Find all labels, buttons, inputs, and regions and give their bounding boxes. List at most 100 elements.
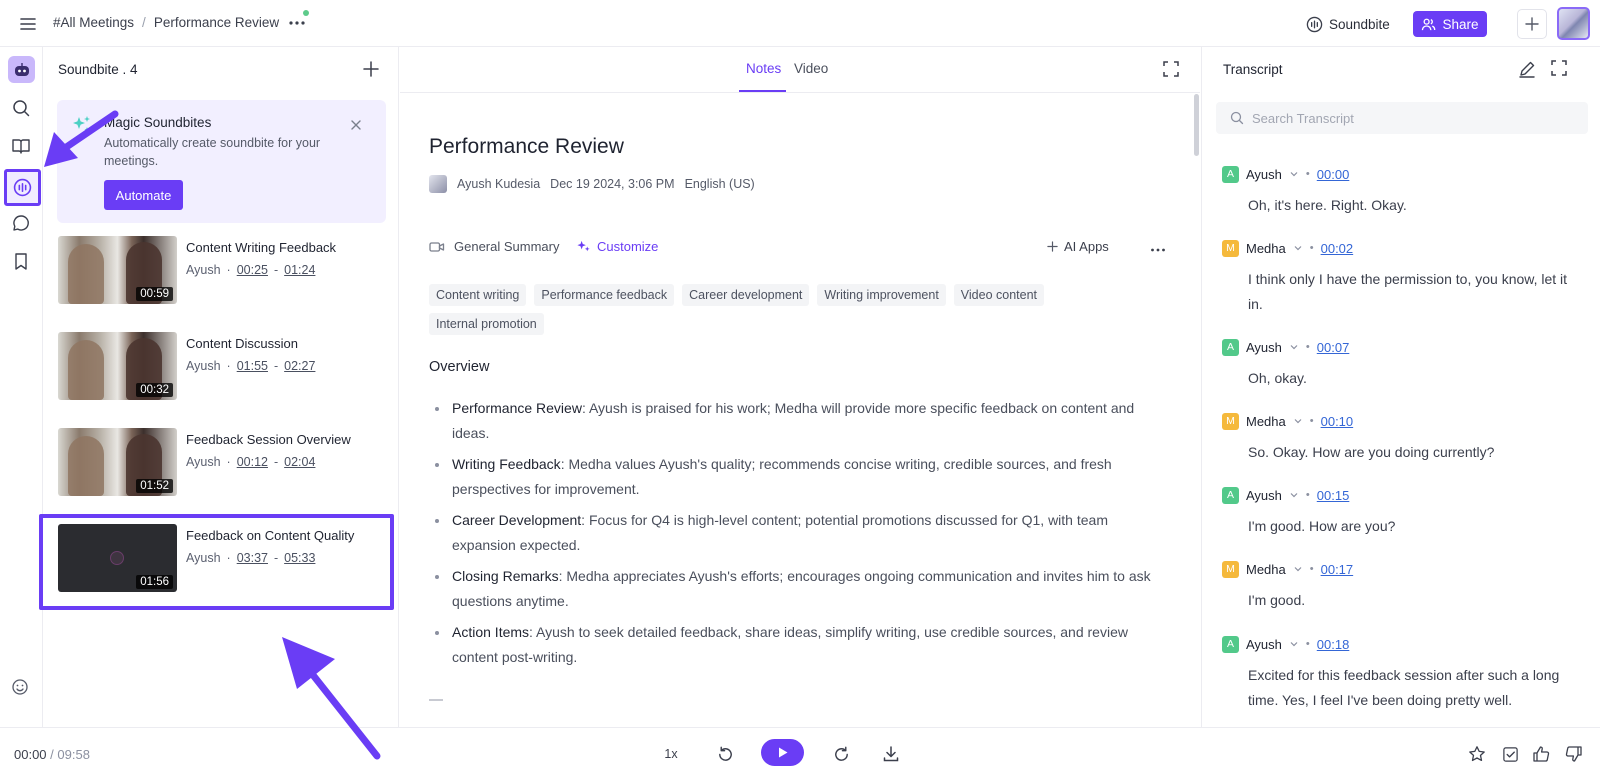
search-input[interactable] [1252,110,1552,126]
soundbite-end[interactable]: 02:27 [284,359,315,373]
soundbite-end[interactable]: 01:24 [284,263,315,277]
speaker-name[interactable]: Ayush [1246,488,1282,503]
thumbs-down-icon[interactable] [1563,743,1585,765]
chevron-down-icon [1290,642,1298,647]
breadcrumb-all-meetings[interactable]: #All Meetings [53,15,134,30]
meeting-meta: Ayush Kudesia Dec 19 2024, 3:06 PM Engli… [429,175,755,193]
transcript-panel: Transcript AAyush•00:00 Oh, it's here. R… [1201,47,1600,727]
user-avatar[interactable] [1557,7,1590,40]
users-icon [1421,17,1436,32]
soundbite-icon [1306,16,1323,33]
transcript-text: Oh, it's here. Right. Okay. [1248,197,1407,213]
sparkles-icon [576,239,591,254]
book-icon[interactable] [11,136,31,156]
speaker-badge: A [1222,165,1239,183]
speaker-name[interactable]: Medha [1246,562,1286,577]
customize-button[interactable]: Customize [576,239,658,254]
soundbite-thumbnail: 01:52 [58,428,177,496]
topic-tag[interactable]: Internal promotion [429,313,544,335]
share-button[interactable]: Share [1413,11,1487,37]
fullscreen-icon[interactable] [1550,59,1570,79]
timestamp-link[interactable]: 00:02 [1321,241,1354,256]
soundbite-button[interactable]: Soundbite [1306,11,1390,37]
play-button[interactable] [761,739,804,766]
speaker-name[interactable]: Medha [1246,414,1286,429]
author-avatar [429,175,447,193]
star-icon[interactable] [1466,743,1488,765]
speaker-name[interactable]: Ayush [1246,340,1282,355]
add-button[interactable] [1517,9,1547,39]
transcript-text: I think only I have the permission to, y… [1248,271,1568,312]
topic-tag[interactable]: Career development [682,284,810,306]
soundbite-item[interactable]: 01:52 Feedback Session Overview Ayush · 0… [57,428,387,498]
speaker-name[interactable]: Medha [1246,241,1286,256]
timestamp-link[interactable]: 00:00 [1317,167,1350,182]
timestamp-link[interactable]: 00:17 [1321,562,1354,577]
total-duration: 09:58 [57,747,90,762]
forward-icon[interactable] [830,743,852,765]
soundbite-start[interactable]: 01:55 [237,359,268,373]
soundbite-thumbnail: 00:59 [58,236,177,304]
ai-apps-label: AI Apps [1064,239,1109,254]
general-summary-label: General Summary [454,239,560,254]
fullscreen-icon[interactable] [1162,60,1180,78]
soundbite-start[interactable]: 00:12 [237,455,268,469]
magic-soundbites-description: Automatically create soundbite for your … [104,136,321,168]
timestamp-link[interactable]: 00:18 [1317,637,1350,652]
chevron-down-icon [1290,345,1298,350]
add-soundbite-icon[interactable] [361,59,381,79]
status-dot [303,10,309,16]
tab-notes[interactable]: Notes [746,61,781,76]
list-item: Writing Feedback: Medha values Ayush's q… [431,452,1171,502]
transcript-entry: A Ayush • 00:18 Excited for this feedback s… [1222,635,1582,713]
search-icon[interactable] [11,98,31,118]
topic-tag[interactable]: Writing improvement [817,284,946,306]
bot-logo-icon[interactable] [8,56,35,83]
download-icon[interactable] [880,743,902,765]
soundbite-name: Feedback Session Overview [186,432,351,447]
chat-icon[interactable] [11,213,31,233]
transcript-text: Oh, okay. [1248,370,1307,386]
soundbite-nav-icon[interactable] [4,169,41,206]
soundbite-meta: Ayush · 01:55- 02:27 [186,359,316,373]
playback-speed-button[interactable]: 1x [660,743,682,765]
close-icon[interactable] [349,118,363,132]
edit-pencil-icon[interactable] [1517,59,1537,79]
play-icon [778,747,787,758]
timestamp-link[interactable]: 00:07 [1317,340,1350,355]
rewind-icon[interactable] [714,743,736,765]
checkbox-icon[interactable] [1499,743,1521,765]
topic-tag[interactable]: Content writing [429,284,527,306]
soundbite-item[interactable]: 00:59 Content Writing Feedback Ayush · 00… [57,236,387,306]
automate-button[interactable]: Automate [104,180,183,210]
plus-icon [1047,241,1058,252]
soundbite-meta: Ayush · 00:25- 01:24 [186,263,316,277]
topic-tag[interactable]: Video content [953,284,1045,306]
soundbite-start[interactable]: 00:25 [237,263,268,277]
speaker-name[interactable]: Ayush [1246,167,1282,182]
more-options-icon[interactable] [1149,241,1167,259]
tab-video[interactable]: Video [794,61,828,76]
transcript-title: Transcript [1223,62,1283,77]
speaker-name[interactable]: Ayush [1246,637,1282,652]
topic-tag[interactable]: Performance feedback [534,284,675,306]
selection-highlight [39,514,394,610]
soundbite-end[interactable]: 02:04 [284,455,315,469]
scrollbar[interactable] [1194,94,1199,156]
timestamp-link[interactable]: 00:15 [1317,488,1350,503]
ai-apps-button[interactable]: AI Apps [1047,239,1109,254]
transcript-search[interactable] [1216,102,1588,134]
list-item: Closing Remarks: Medha appreciates Ayush… [431,564,1171,614]
tabs-divider [400,92,1200,93]
transcript-text: I'm good. [1248,592,1306,608]
soundbite-item[interactable]: 00:32 Content Discussion Ayush · 01:55- 0… [57,332,387,402]
timestamp-link[interactable]: 00:10 [1321,414,1354,429]
bookmark-icon[interactable] [11,251,31,271]
hamburger-menu-icon[interactable] [18,14,38,34]
smiley-feedback-icon[interactable] [11,678,31,698]
transcript-entry: A Ayush • 00:07 Oh, okay. [1222,338,1582,391]
soundbite-duration: 00:32 [136,383,173,397]
general-summary-selector[interactable]: General Summary [429,239,559,254]
thumbs-up-icon[interactable] [1530,743,1552,765]
soundbite-duration: 00:59 [136,287,173,301]
